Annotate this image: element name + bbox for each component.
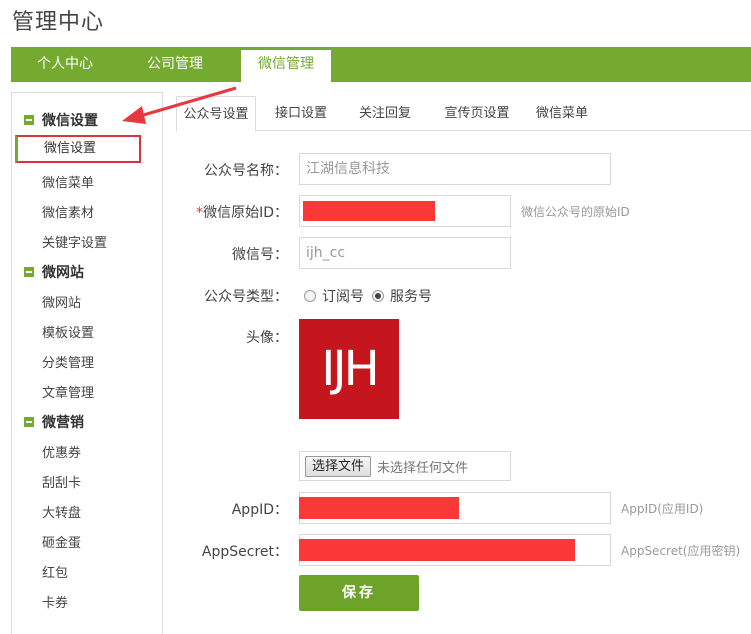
appid-label: AppID：	[231, 502, 288, 518]
sidebar-item-keyword-settings[interactable]: 关键字设置	[42, 232, 107, 251]
sidebar-item-coupon[interactable]: 优惠券	[42, 442, 81, 461]
tab-wechat-menu[interactable]: 微信菜单	[522, 96, 602, 131]
collapse-icon	[24, 267, 34, 277]
redaction-bar	[299, 539, 575, 561]
sidebar-group-micro-site[interactable]: 微网站	[24, 262, 84, 282]
tab-interface-settings[interactable]: 接口设置	[264, 96, 338, 131]
tab-personal-center[interactable]: 个人中心	[11, 47, 119, 82]
sidebar-item-template-settings[interactable]: 模板设置	[42, 322, 94, 341]
file-chooser: 选择文件 未选择任何文件	[299, 451, 511, 481]
account-name-input[interactable]: 江湖信息科技	[299, 153, 611, 185]
account-name-label: 公众号名称：	[204, 163, 288, 179]
sidebar-group-label: 微营销	[42, 415, 84, 431]
tab-company-management[interactable]: 公司管理	[119, 47, 231, 82]
appid-hint: AppID(应用ID)	[621, 502, 704, 516]
choose-file-button[interactable]: 选择文件	[305, 455, 372, 477]
sidebar-item-lucky-wheel[interactable]: 大转盘	[42, 502, 81, 521]
radio-subscription[interactable]: 订阅号	[304, 286, 364, 306]
sidebar-item-article-management[interactable]: 文章管理	[42, 382, 94, 401]
sidebar-item-golden-egg[interactable]: 砸金蛋	[42, 532, 81, 551]
sidebar-item-micro-site[interactable]: 微网站	[42, 292, 81, 311]
sidebar-item-wechat-menu[interactable]: 微信菜单	[42, 172, 94, 191]
avatar-logo: IJH	[299, 319, 399, 419]
appsecret-label: AppSecret：	[201, 544, 288, 560]
sidebar-item-scratch-card[interactable]: 刮刮卡	[42, 472, 81, 491]
redaction-bar	[303, 201, 435, 221]
settings-tabs: 公众号设置 接口设置 关注回复 宣传页设置 微信菜单	[176, 96, 751, 132]
tab-account-settings[interactable]: 公众号设置	[176, 96, 256, 132]
account-type-label: 公众号类型：	[204, 289, 288, 305]
sidebar-item-card-voucher[interactable]: 卡券	[42, 592, 68, 611]
sidebar-item-red-packet[interactable]: 红包	[42, 562, 68, 581]
avatar-label: 头像：	[246, 330, 288, 346]
original-id-label-text: 微信原始ID：	[203, 205, 288, 221]
save-button[interactable]: 保存	[299, 575, 419, 611]
sidebar-item-category-management[interactable]: 分类管理	[42, 352, 94, 371]
sidebar-item-wechat-material[interactable]: 微信素材	[42, 202, 94, 221]
page-title: 管理中心	[12, 10, 105, 35]
sidebar-group-label: 微信设置	[42, 113, 98, 129]
file-status: 未选择任何文件	[377, 460, 469, 476]
original-id-label: *微信原始ID：	[178, 202, 288, 222]
radio-circle-checked	[372, 290, 384, 302]
collapse-icon	[24, 417, 34, 427]
original-id-hint: 微信公众号的原始ID	[521, 205, 630, 219]
radio-label: 服务号	[390, 289, 432, 305]
redaction-bar	[299, 497, 459, 519]
radio-label: 订阅号	[322, 289, 364, 305]
radio-circle	[304, 290, 316, 302]
tab-promo-page-settings[interactable]: 宣传页设置	[432, 96, 522, 131]
radio-service[interactable]: 服务号	[372, 286, 432, 306]
sidebar-group-micro-marketing[interactable]: 微营销	[24, 412, 84, 432]
sidebar-group-wechat-settings[interactable]: 微信设置	[24, 110, 98, 130]
wechat-id-label: 微信号：	[232, 247, 288, 263]
appsecret-hint: AppSecret(应用密钥)	[621, 544, 741, 558]
tab-wechat-management[interactable]: 微信管理	[241, 50, 331, 82]
tab-follow-reply[interactable]: 关注回复	[348, 96, 422, 131]
sidebar-group-label: 微网站	[42, 265, 84, 281]
sidebar: 微信设置 微信设置 微信菜单 微信素材 关键字设置 微网站 微网站 模板设置 分…	[11, 92, 163, 634]
sidebar-item-wechat-settings[interactable]: 微信设置	[15, 135, 141, 163]
top-navigation: 个人中心 公司管理 微信管理	[11, 47, 751, 82]
collapse-icon	[24, 115, 34, 125]
wechat-id-input[interactable]: ijh_cc	[299, 237, 511, 269]
